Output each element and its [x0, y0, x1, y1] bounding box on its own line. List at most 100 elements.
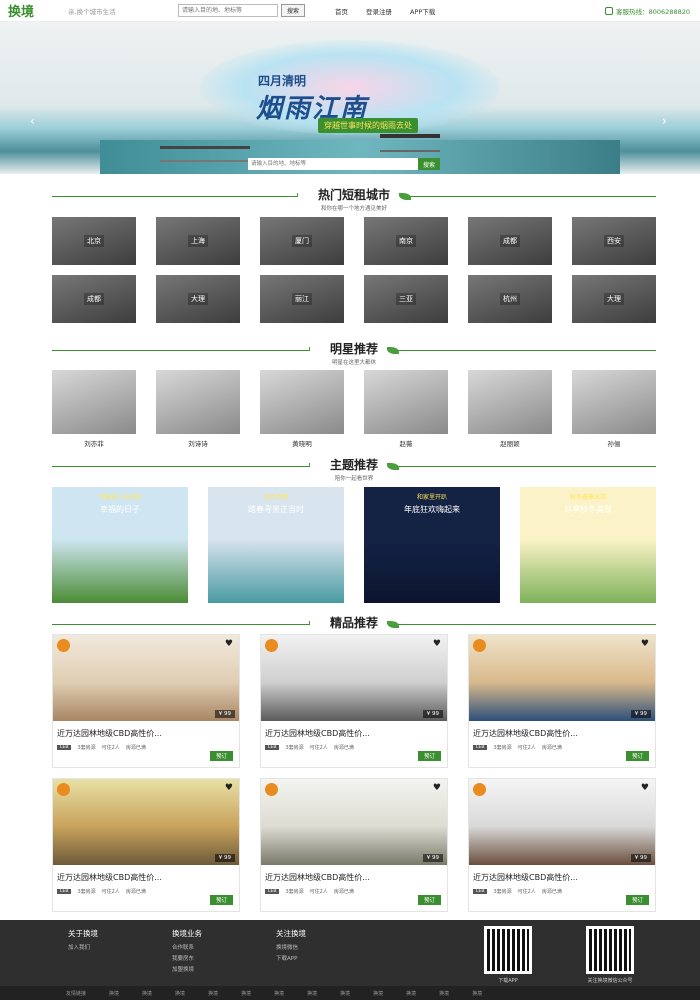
heart-icon[interactable]: ♥ [225, 639, 233, 649]
friend-links-bar: 友情链接 换境 换境 换境 换境 换境 换境 换境 换境 换境 换境 换境 换境 [0, 986, 700, 1000]
next-arrow-icon[interactable]: › [662, 114, 667, 128]
product-meta: LEB 3套房源 可住2人 房源已满 [473, 744, 655, 751]
footer-link[interactable]: 加入我们 [68, 943, 98, 951]
product-price: ¥ 99 [630, 710, 651, 718]
star-photo [468, 370, 552, 434]
product-card[interactable]: ♥ ¥ 99 近万达园林地级CBD高性价... LEB 3套房源 可住2人 房源已满 预订 [468, 778, 656, 912]
product-title[interactable]: 近万达园林地级CBD高性价... [473, 728, 655, 739]
product-card[interactable]: ♥ ¥ 99 近万达园林地级CBD高性价... LEB 3套房源 可住2人 房源已满 预订 [260, 778, 448, 912]
prev-arrow-icon[interactable]: ‹ [30, 114, 35, 128]
heart-icon[interactable]: ♥ [433, 639, 441, 649]
friend-link[interactable]: 换境 [307, 990, 317, 997]
product-title[interactable]: 近万达园林地级CBD高性价... [265, 872, 447, 883]
footer-link[interactable]: 换境微信 [276, 943, 306, 951]
theme-caption: 秋冬避寒出游 [569, 494, 606, 501]
friend-link[interactable]: 换境 [241, 990, 251, 997]
book-button[interactable]: 预订 [625, 751, 649, 761]
friend-link[interactable]: 换境 [373, 990, 383, 997]
theme-card[interactable]: 四月清明 踏春寻景正当时 [208, 487, 344, 603]
banner-search-input[interactable] [248, 158, 418, 170]
city-card[interactable]: 上海 [156, 217, 240, 265]
city-label: 大理 [604, 293, 624, 305]
city-card[interactable]: 丽江 [260, 275, 344, 323]
theme-caption: 和家里开趴 [416, 494, 447, 501]
city-label: 西安 [604, 235, 624, 247]
product-meta-item: 3套房源 [493, 889, 512, 895]
product-card[interactable]: ♥ ¥ 99 近万达园林地级CBD高性价... LEB 3套房源 可住2人 房源已满 预订 [52, 778, 240, 912]
badge-icon [265, 639, 278, 652]
product-title[interactable]: 近万达园林地级CBD高性价... [265, 728, 447, 739]
city-card[interactable]: 厦门 [260, 217, 344, 265]
friend-link[interactable]: 换境 [472, 990, 482, 997]
city-card[interactable]: 三亚 [364, 275, 448, 323]
theme-card[interactable]: 和家里开趴 年底狂欢嗨起来 [364, 487, 500, 603]
city-card[interactable]: 杭州 [468, 275, 552, 323]
friend-link[interactable]: 换境 [175, 990, 185, 997]
friend-link[interactable]: 换境 [142, 990, 152, 997]
city-card[interactable]: 成都 [468, 217, 552, 265]
heart-icon[interactable]: ♥ [433, 783, 441, 793]
banner-line1: 四月清明 [258, 74, 307, 88]
product-card[interactable]: ♥ ¥ 99 近万达园林地级CBD高性价... LEB 3套房源 可住2人 房源已满 预订 [468, 634, 656, 768]
product-meta: LEB 3套房源 可住2人 房源已满 [265, 888, 447, 895]
section-subtitle: 明星在这里大都休 [331, 360, 376, 366]
star-card[interactable]: 赵薇 [364, 370, 448, 448]
book-button[interactable]: 预订 [417, 895, 441, 905]
footer-link[interactable]: 合作联系 [172, 943, 202, 951]
book-button[interactable]: 预订 [209, 751, 233, 761]
city-label: 丽江 [292, 293, 312, 305]
friend-link[interactable]: 换境 [208, 990, 218, 997]
star-card[interactable]: 黄晓明 [260, 370, 344, 448]
star-card[interactable]: 孙俪 [572, 370, 656, 448]
city-card[interactable]: 大理 [572, 275, 656, 323]
heart-icon[interactable]: ♥ [641, 783, 649, 793]
book-button[interactable]: 预订 [625, 895, 649, 905]
footer-link[interactable]: 加盟换境 [172, 965, 202, 973]
product-price: ¥ 99 [214, 854, 235, 862]
theme-card[interactable]: 秋冬避寒出游 尽享秋冬美景 [520, 487, 656, 603]
heart-icon[interactable]: ♥ [641, 639, 649, 649]
banner-search-button[interactable]: 搜索 [418, 158, 440, 170]
theme-card[interactable]: 带着家人去旅游 幸福的日子 [52, 487, 188, 603]
section-subtitle: 和你在哪一个地方遇见美好 [320, 206, 387, 212]
friend-link[interactable]: 换境 [109, 990, 119, 997]
friend-link[interactable]: 换境 [406, 990, 416, 997]
section-cities-title: 热门短租城市 和你在哪一个地方遇见美好 [52, 186, 656, 212]
nav-login[interactable]: 登录注册 [366, 6, 392, 16]
friend-link[interactable]: 换境 [340, 990, 350, 997]
product-meta-item: 可住2人 [101, 889, 120, 895]
city-label: 上海 [188, 235, 208, 247]
city-card[interactable]: 西安 [572, 217, 656, 265]
header-search-input[interactable] [178, 4, 278, 17]
book-button[interactable]: 预订 [209, 895, 233, 905]
hotline: 客服热线：8006288820 [605, 6, 690, 16]
city-card[interactable]: 南京 [364, 217, 448, 265]
footer-link[interactable]: 我要房东 [172, 954, 202, 962]
product-card[interactable]: ♥ ¥ 99 近万达园林地级CBD高性价... LEB 3套房源 可住2人 房源已满 预订 [260, 634, 448, 768]
star-card[interactable]: 刘亦菲 [52, 370, 136, 448]
nav-app[interactable]: APP下载 [410, 6, 435, 16]
book-button[interactable]: 预订 [417, 751, 441, 761]
product-meta-item: 房源已满 [333, 745, 354, 751]
city-card[interactable]: 大理 [156, 275, 240, 323]
friend-link[interactable]: 换境 [274, 990, 284, 997]
section-heading: 精品推荐 [309, 614, 398, 631]
friend-link[interactable]: 换境 [439, 990, 449, 997]
star-name: 刘诗诗 [188, 440, 208, 448]
site-logo[interactable]: 换境 [8, 1, 68, 20]
hero-banner[interactable]: 四月清明 烟雨江南 穿越世事时候的烟雨去处 ‹ › 搜索 [0, 22, 700, 174]
footer-link[interactable]: 下载APP [276, 954, 306, 962]
product-grid: ♥ ¥ 99 近万达园林地级CBD高性价... LEB 3套房源 可住2人 房源已满 预订 ♥ ¥… [52, 634, 656, 912]
star-card[interactable]: 刘诗诗 [156, 370, 240, 448]
header-search-button[interactable]: 搜索 [281, 4, 305, 17]
star-card[interactable]: 赵丽颖 [468, 370, 552, 448]
product-title[interactable]: 近万达园林地级CBD高性价... [57, 728, 239, 739]
heart-icon[interactable]: ♥ [225, 783, 233, 793]
product-card[interactable]: ♥ ¥ 99 近万达园林地级CBD高性价... LEB 3套房源 可住2人 房源已满 预订 [52, 634, 240, 768]
nav-home[interactable]: 首页 [335, 6, 348, 16]
product-title[interactable]: 近万达园林地级CBD高性价... [473, 872, 655, 883]
section-heading: 明星推荐 [309, 340, 398, 357]
city-card[interactable]: 北京 [52, 217, 136, 265]
city-card[interactable]: 成都 [52, 275, 136, 323]
product-title[interactable]: 近万达园林地级CBD高性价... [57, 872, 239, 883]
